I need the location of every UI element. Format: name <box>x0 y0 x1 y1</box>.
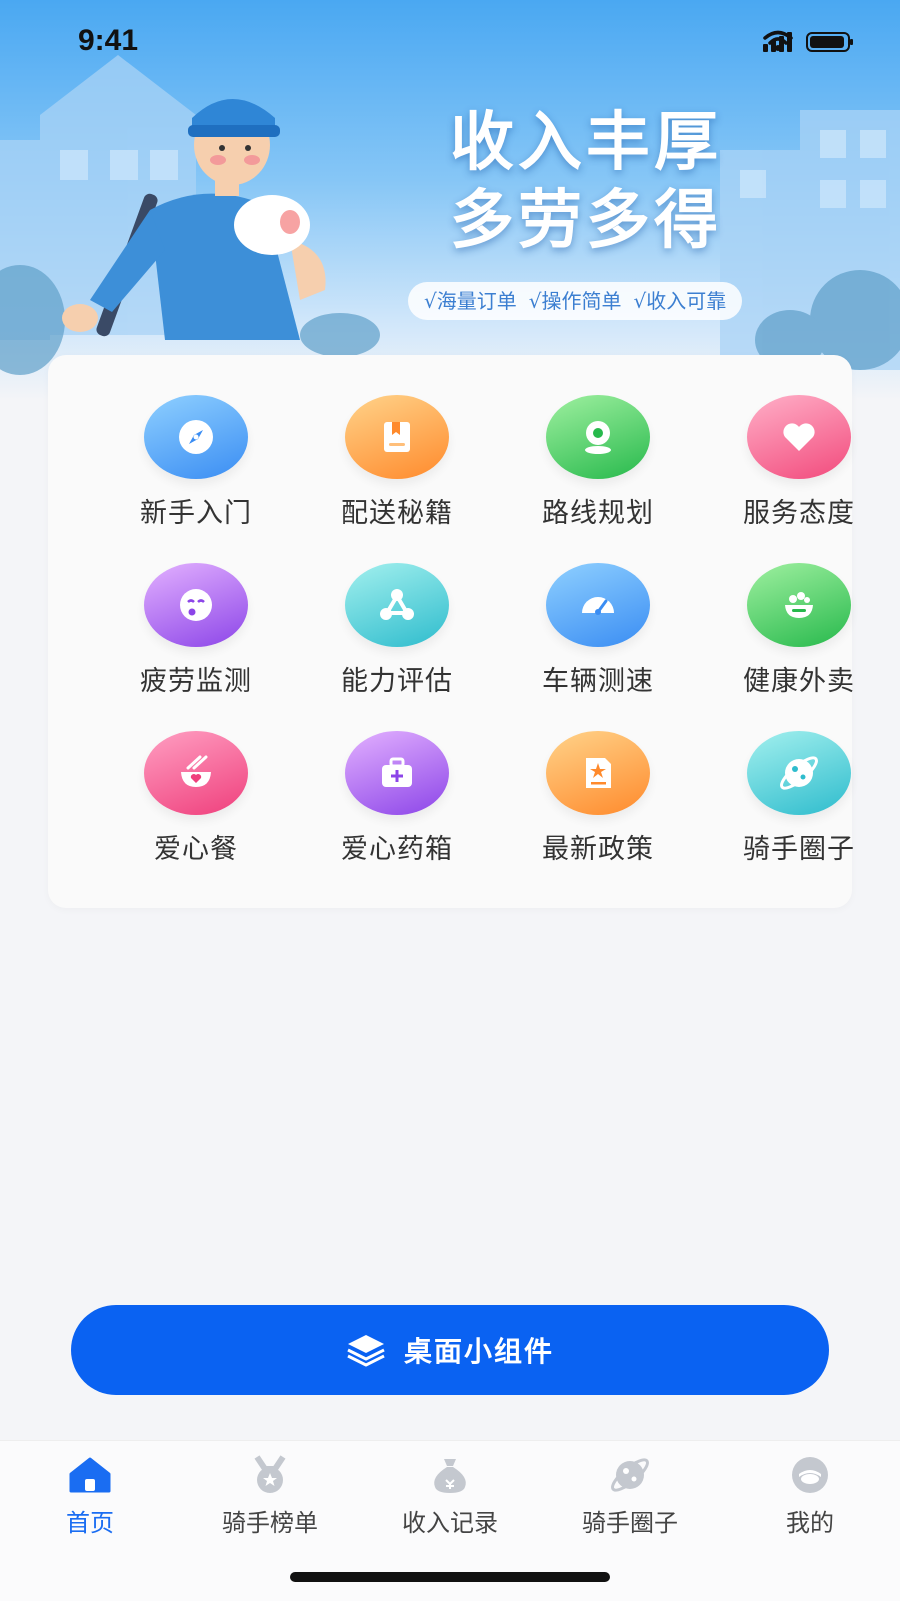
home-screen: 9:41 收入丰厚 多劳多得 √海量订单 √操作简单 √收入可靠 新手入门 配送… <box>0 0 900 1601</box>
feature-service-attitude[interactable]: 服务态度 <box>699 395 899 545</box>
tab-home[interactable]: 首页 <box>20 1455 160 1538</box>
feature-label: 路线规划 <box>542 498 654 529</box>
feature-label: 爱心餐 <box>154 834 238 865</box>
feature-healthy-takeout[interactable]: 健康外卖 <box>699 563 899 713</box>
tired-face-icon <box>144 563 248 647</box>
planet-icon <box>747 731 851 815</box>
status-time: 9:41 <box>78 24 139 57</box>
feature-label: 爱心药箱 <box>341 834 453 865</box>
food-bowl-icon <box>747 563 851 647</box>
feature-love-medicine-box[interactable]: 爱心药箱 <box>297 731 497 881</box>
slogan-line1: 收入丰厚 <box>450 106 722 180</box>
feature-newbie-guide[interactable]: 新手入门 <box>96 395 296 545</box>
feature-label: 最新政策 <box>542 834 654 865</box>
tab-rider-circle[interactable]: 骑手圈子 <box>560 1455 700 1538</box>
feature-latest-policy[interactable]: 最新政策 <box>498 731 698 881</box>
planet-icon <box>607 1455 653 1495</box>
book-icon <box>345 395 449 479</box>
banner-slogan: 收入丰厚 多劳多得 <box>450 104 722 260</box>
feature-ability-assessment[interactable]: 能力评估 <box>297 563 497 713</box>
slogan-tags: √海量订单 √操作简单 √收入可靠 <box>408 282 743 320</box>
network-icon <box>345 563 449 647</box>
desktop-widget-button[interactable]: 桌面小组件 <box>71 1305 829 1395</box>
feature-label: 服务态度 <box>743 498 855 529</box>
status-icons <box>763 30 853 52</box>
heart-bowl-icon <box>144 731 248 815</box>
feature-grid-card: 新手入门 配送秘籍 路线规划 服务态度 疲劳监测 能力评估 车辆测速 健康外卖 … <box>48 355 854 908</box>
feature-label: 疲劳监测 <box>140 666 252 697</box>
battery-icon <box>806 32 853 52</box>
tab-label: 首页 <box>66 1509 114 1537</box>
speedometer-icon <box>546 563 650 647</box>
tab-income-record[interactable]: 收入记录 <box>380 1455 520 1538</box>
tab-label: 收入记录 <box>402 1509 498 1537</box>
feature-delivery-tips[interactable]: 配送秘籍 <box>297 395 497 545</box>
slogan-line2: 多劳多得 <box>450 184 722 258</box>
feature-label: 骑手圈子 <box>743 834 855 865</box>
feature-label: 新手入门 <box>140 498 252 529</box>
feature-label: 配送秘籍 <box>341 498 453 529</box>
heart-icon <box>747 395 851 479</box>
compass-icon <box>144 395 248 479</box>
promo-banner: 9:41 收入丰厚 多劳多得 √海量订单 √操作简单 √收入可靠 <box>0 0 900 400</box>
profile-icon <box>787 1455 833 1495</box>
tab-label: 我的 <box>786 1509 834 1537</box>
feature-route-planning[interactable]: 路线规划 <box>498 395 698 545</box>
feature-love-meal[interactable]: 爱心餐 <box>96 731 296 881</box>
tab-label: 骑手圈子 <box>582 1509 678 1537</box>
wifi-icon <box>763 30 793 51</box>
slogan-tag: √收入可靠 <box>633 289 727 313</box>
feature-label: 能力评估 <box>341 666 453 697</box>
tab-rider-ranking[interactable]: 骑手榜单 <box>200 1455 340 1538</box>
feature-label: 健康外卖 <box>743 666 855 697</box>
medal-icon <box>247 1455 293 1495</box>
policy-document-icon <box>546 731 650 815</box>
medicine-box-icon <box>345 731 449 815</box>
feature-rider-circle[interactable]: 骑手圈子 <box>699 731 899 881</box>
feature-fatigue-monitor[interactable]: 疲劳监测 <box>96 563 296 713</box>
layers-icon <box>347 1335 385 1367</box>
feature-label: 车辆测速 <box>542 666 654 697</box>
slogan-tag: √海量订单 <box>424 289 517 313</box>
feature-vehicle-speed[interactable]: 车辆测速 <box>498 563 698 713</box>
status-bar: 9:41 <box>0 0 900 90</box>
tab-label: 骑手榜单 <box>222 1509 318 1537</box>
home-icon <box>67 1455 113 1495</box>
widget-button-label: 桌面小组件 <box>403 1335 554 1368</box>
slogan-tag: √操作简单 <box>528 289 622 313</box>
money-bag-icon <box>427 1455 473 1495</box>
home-indicator <box>290 1572 610 1582</box>
location-pin-icon <box>546 395 650 479</box>
tab-my-profile[interactable]: 我的 <box>740 1455 880 1538</box>
